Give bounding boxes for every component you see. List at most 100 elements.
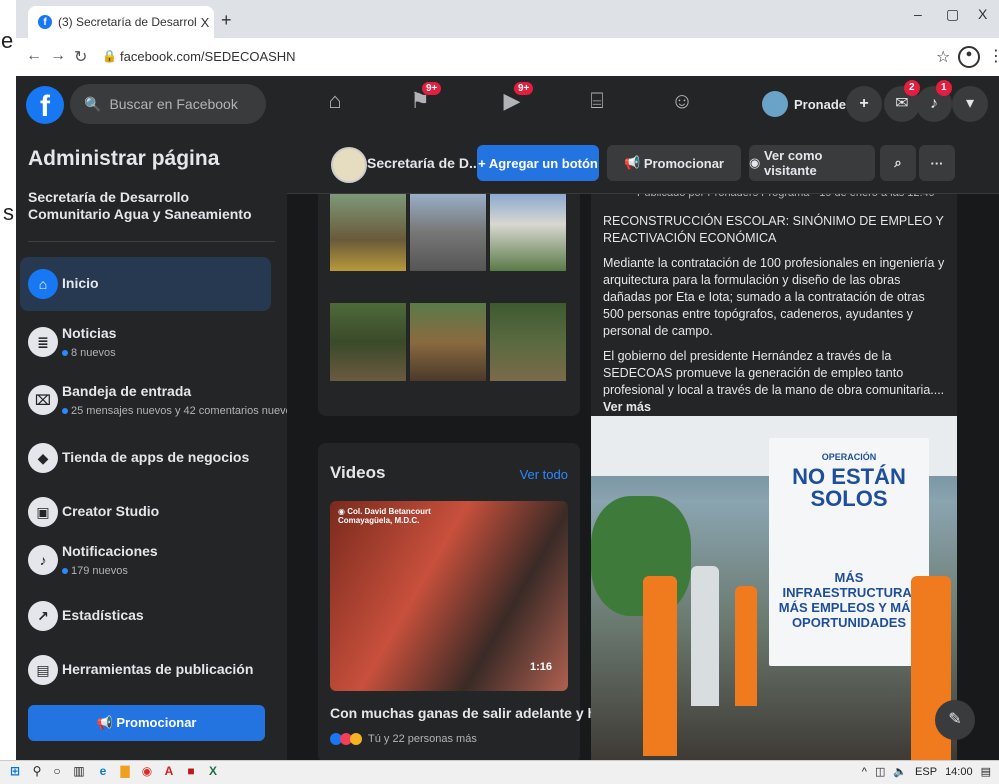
browser-tab-bar: f (3) Secretaría de Desarrollo Com X + –…: [16, 0, 999, 38]
messenger-badge: 2: [904, 80, 920, 96]
marketplace-icon[interactable]: ⌸: [577, 88, 617, 120]
publishing-tools-icon: ▤: [28, 655, 58, 685]
sidebar-item-label: Tienda de apps de negocios: [62, 449, 250, 465]
sidebar-item-herramientas[interactable]: ▤ Herramientas de publicación: [20, 643, 271, 697]
video-caption[interactable]: Con muchas ganas de salir adelante y ha.…: [330, 705, 616, 721]
browser-menu-icon[interactable]: ⋮: [988, 46, 999, 66]
new-tab-button[interactable]: +: [221, 10, 232, 31]
notifications-button[interactable]: ♪ 1: [916, 80, 952, 122]
minimize-icon[interactable]: –: [914, 6, 922, 22]
profile-button[interactable]: Pronaders: [762, 88, 858, 120]
language-indicator[interactable]: ESP: [915, 766, 937, 778]
sidebar-item-creator-studio[interactable]: ▣ Creator Studio: [20, 485, 271, 539]
volume-icon[interactable]: 🔈: [893, 765, 907, 778]
video-thumbnail[interactable]: ◉ Col. David Betancourt Comayagüela, M.D…: [330, 501, 568, 691]
banner-sub-text: MÁS INFRAESTRUCTURA, MÁS EMPLEOS Y MÁS O…: [778, 570, 920, 630]
search-icon[interactable]: ⚲: [30, 764, 44, 778]
clock[interactable]: 14:00: [945, 766, 973, 778]
windows-start-icon[interactable]: ⊞: [8, 764, 22, 778]
back-arrow-icon[interactable]: ←: [26, 47, 42, 65]
bookmark-star-icon[interactable]: ☆: [936, 47, 950, 67]
sidebar-item-inicio[interactable]: ⌂ Inicio: [20, 257, 271, 311]
photo-thumbnail[interactable]: [330, 193, 406, 271]
photo-thumbnail[interactable]: [490, 193, 566, 271]
task-view-icon[interactable]: ▥: [72, 764, 86, 778]
system-tray: ^ ◫ 🔈 ESP 14:00 ▤: [862, 765, 991, 779]
sidebar-item-label: Herramientas de publicación: [62, 661, 254, 677]
groups-icon[interactable]: ☺: [662, 88, 702, 120]
window-close-icon[interactable]: X: [978, 6, 987, 22]
network-icon[interactable]: ◫: [875, 765, 885, 778]
promote-button[interactable]: 📢 Promocionar: [28, 705, 265, 741]
sidebar-item-label: Bandeja de entrada: [62, 383, 192, 399]
forward-arrow-icon[interactable]: →: [50, 47, 66, 65]
excel-icon[interactable]: X: [206, 764, 220, 778]
photo-thumbnail[interactable]: [410, 193, 486, 271]
video-location-tag: ◉ Col. David Betancourt Comayagüela, M.D…: [338, 507, 431, 525]
restore-icon[interactable]: ▢: [946, 6, 959, 23]
browser-tab[interactable]: f (3) Secretaría de Desarrollo Com X: [28, 6, 214, 38]
cortana-icon[interactable]: ○: [50, 764, 64, 778]
chevron-up-icon[interactable]: ^: [862, 766, 867, 778]
url-field[interactable]: facebook.com/SEDECOASHN: [120, 49, 296, 64]
post-image[interactable]: OPERACIÓN NO ESTÁN SOLOS MÁS INFRAESTRUC…: [591, 416, 957, 760]
sidebar-item-bandeja[interactable]: ⌧ Bandeja de entrada 25 mensajes nuevos …: [20, 373, 297, 427]
reload-icon[interactable]: ↻: [74, 47, 87, 67]
watch-icon[interactable]: ▶ 9+: [492, 82, 534, 120]
more-options-button[interactable]: ···: [919, 145, 955, 181]
photo-thumbnail[interactable]: [330, 303, 406, 381]
sidebar-item-label: Inicio: [62, 275, 99, 291]
sidebar-item-label: Estadísticas: [62, 607, 144, 623]
see-more-link[interactable]: Ver más: [603, 400, 651, 414]
sidebar-item-notificaciones[interactable]: ♪ Notificaciones 179 nuevos: [20, 533, 271, 587]
browser-profile-icon[interactable]: ●: [958, 46, 980, 68]
post-paragraph: El gobierno del presidente Hernández a t…: [603, 349, 945, 414]
messenger-button[interactable]: ✉ 2: [884, 80, 920, 122]
search-input[interactable]: 🔍 Buscar en Facebook: [70, 84, 266, 124]
add-button-button[interactable]: + Agregar un botón: [477, 145, 599, 181]
avatar: [762, 91, 788, 117]
sidebar-item-sub: 25 mensajes nuevos y 42 comentarios nuev…: [62, 405, 297, 417]
sidebar-item-label: Creator Studio: [62, 503, 160, 519]
view-as-visitor-button[interactable]: ◉ Ver como visitante: [749, 145, 875, 181]
file-explorer-icon[interactable]: ▇: [118, 764, 132, 778]
edge-icon[interactable]: e: [96, 764, 110, 778]
page-logo[interactable]: [331, 147, 367, 183]
promote-header-button[interactable]: 📢 Promocionar: [607, 145, 741, 181]
acrobat-icon[interactable]: A: [162, 764, 176, 778]
sidebar-item-estadisticas[interactable]: ↗ Estadísticas: [20, 589, 271, 643]
account-menu-button[interactable]: ▾: [952, 86, 988, 122]
home-icon[interactable]: ⌂: [315, 88, 355, 120]
sidebar-item-tienda[interactable]: ◆ Tienda de apps de negocios: [20, 431, 271, 485]
sidebar-item-noticias[interactable]: ≣ Noticias 8 nuevos: [20, 315, 271, 369]
megaphone-icon: 📢: [96, 715, 117, 730]
manage-page-sidebar: Administrar página Secretaría de Desarro…: [16, 133, 297, 760]
banner-main-text: NO ESTÁN SOLOS: [792, 464, 906, 511]
page-search-button[interactable]: ⌕: [880, 145, 916, 181]
create-button[interactable]: +: [846, 86, 882, 122]
post-card: Publicado por Pronaders Programa · 19 de…: [591, 187, 957, 760]
photo-thumbnail[interactable]: [410, 303, 486, 381]
facebook-logo-icon[interactable]: f: [26, 86, 64, 124]
videos-title: Videos: [330, 463, 386, 482]
pages-flag-icon[interactable]: ⚑ 9+: [400, 82, 442, 120]
chrome-icon[interactable]: ◉: [140, 764, 154, 778]
sidebar-item-label: Noticias: [62, 325, 117, 341]
page-name[interactable]: Secretaría de D...: [367, 155, 481, 171]
sidebar-page-name[interactable]: Secretaría de Desarrollo Comunitario Agu…: [28, 189, 268, 223]
main-content: Videos Ver todo ◉ Col. David Betancourt …: [287, 133, 999, 760]
see-all-videos-link[interactable]: Ver todo: [520, 467, 568, 482]
chevron-down-icon: ▾: [965, 95, 975, 112]
sidebar-item-label: Notificaciones: [62, 543, 158, 559]
lock-icon[interactable]: 🔒: [102, 49, 117, 63]
news-feed-icon: ≣: [28, 327, 58, 357]
compose-edit-button[interactable]: ✎: [935, 700, 975, 740]
tab-close-icon[interactable]: X: [196, 15, 214, 30]
photo-thumbnail[interactable]: [490, 303, 566, 381]
person-figure: [735, 586, 757, 706]
campaign-banner: OPERACIÓN NO ESTÁN SOLOS MÁS INFRAESTRUC…: [769, 438, 929, 666]
action-center-icon[interactable]: ▤: [981, 765, 991, 778]
app-icon[interactable]: ■: [184, 764, 198, 778]
video-reactions[interactable]: Tú y 22 personas más: [330, 733, 477, 745]
bell-icon: ♪: [930, 95, 938, 112]
